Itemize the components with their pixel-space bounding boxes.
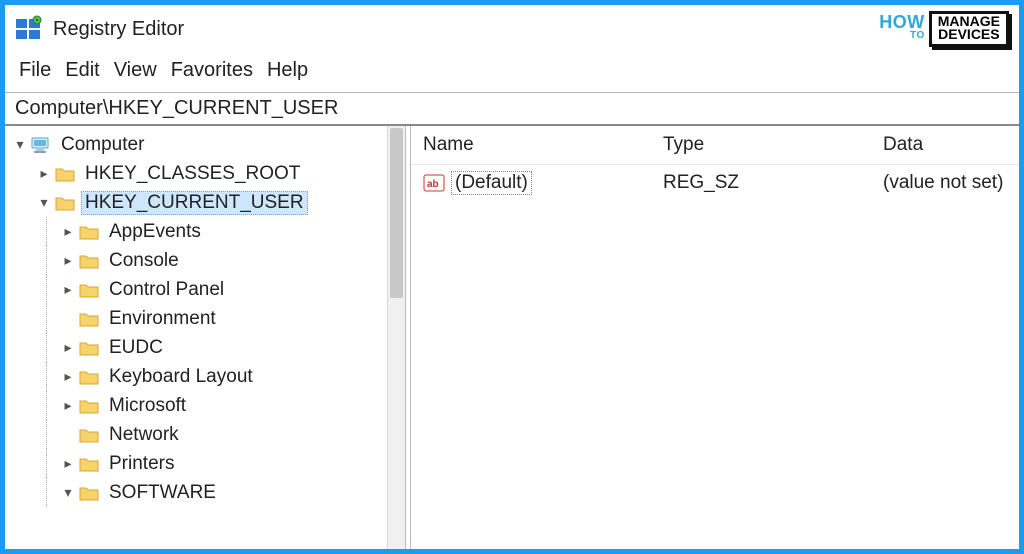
menu-favorites[interactable]: Favorites [171,59,253,82]
column-type-header[interactable]: Type [651,126,871,164]
tree-label: Environment [105,307,220,331]
chevron-right-icon[interactable]: ▸ [59,397,77,414]
value-data: (value not set) [871,166,1019,200]
address-bar[interactable]: Computer\HKEY_CURRENT_USER [5,92,1019,125]
chevron-right-icon[interactable]: ▸ [59,339,77,356]
tree-node-console[interactable]: ▸ Console [11,246,387,275]
tree-label: AppEvents [105,220,205,244]
chevron-right-icon[interactable]: ▸ [59,368,77,385]
values-panel: Name Type Data ab (Default) REG_SZ (valu… [411,126,1019,549]
folder-icon [79,281,99,299]
address-path: Computer\HKEY_CURRENT_USER [15,97,338,119]
svg-text:ab: ab [427,179,439,190]
content-area: ▾ Computer ▸ HKEY_CLASSES_ROOT ▾ [5,125,1019,549]
tree-label: Keyboard Layout [105,365,257,389]
chevron-down-icon[interactable]: ▾ [35,194,53,211]
folder-icon [79,339,99,357]
menu-help[interactable]: Help [267,59,308,82]
watermark-logo: HOW TO MANAGE DEVICES [879,11,1009,47]
folder-icon [79,484,99,502]
folder-icon [79,252,99,270]
tree-node-appevents[interactable]: ▸ AppEvents [11,217,387,246]
column-data-header[interactable]: Data [871,126,1019,164]
chevron-right-icon[interactable]: ▸ [59,252,77,269]
window-title: Registry Editor [53,18,184,41]
chevron-right-icon[interactable]: ▸ [59,281,77,298]
chevron-right-icon[interactable]: ▸ [35,165,53,182]
app-window: Registry Editor HOW TO MANAGE DEVICES Fi… [0,0,1024,554]
values-header: Name Type Data [411,126,1019,165]
folder-icon [79,310,99,328]
tree-node-keyboard[interactable]: ▸ Keyboard Layout [11,362,387,391]
tree-node-hkcu[interactable]: ▾ HKEY_CURRENT_USER [11,188,387,217]
tree-node-software[interactable]: ▾ SOFTWARE [11,478,387,507]
tree-label: Network [105,423,183,447]
folder-icon [79,223,99,241]
tree-label: EUDC [105,336,167,360]
registry-tree[interactable]: ▾ Computer ▸ HKEY_CLASSES_ROOT ▾ [5,126,387,549]
tree-node-computer[interactable]: ▾ Computer [11,130,387,159]
chevron-right-icon[interactable]: ▸ [59,455,77,472]
tree-label: HKEY_CURRENT_USER [81,191,308,215]
tree-label: Printers [105,452,178,476]
title-bar: Registry Editor HOW TO MANAGE DEVICES [5,5,1019,51]
tree-panel: ▾ Computer ▸ HKEY_CLASSES_ROOT ▾ [5,126,405,549]
value-row[interactable]: ab (Default) REG_SZ (value not set) [411,165,1019,201]
regedit-icon [15,15,43,43]
folder-icon [79,368,99,386]
tree-node-eudc[interactable]: ▸ EUDC [11,333,387,362]
tree-label: HKEY_CLASSES_ROOT [81,162,304,186]
tree-node-environment[interactable]: ▸ Environment [11,304,387,333]
value-type: REG_SZ [651,166,871,200]
tree-label: Control Panel [105,278,228,302]
tree-node-hkcr[interactable]: ▸ HKEY_CLASSES_ROOT [11,159,387,188]
folder-icon [79,426,99,444]
tree-node-printers[interactable]: ▸ Printers [11,449,387,478]
folder-icon [79,455,99,473]
folder-icon [55,194,75,212]
value-name: (Default) [451,171,532,195]
scrollbar-thumb[interactable] [390,128,403,298]
folder-icon [55,165,75,183]
menu-file[interactable]: File [19,59,51,82]
column-name-header[interactable]: Name [411,126,651,164]
tree-node-network[interactable]: ▸ Network [11,420,387,449]
tree-node-controlpanel[interactable]: ▸ Control Panel [11,275,387,304]
watermark-line2: DEVICES [938,28,1000,41]
tree-node-microsoft[interactable]: ▸ Microsoft [11,391,387,420]
folder-icon [79,397,99,415]
tree-label: SOFTWARE [105,481,220,505]
computer-icon [31,136,51,154]
tree-scrollbar[interactable] [387,126,405,549]
menu-bar: File Edit View Favorites Help [5,51,1019,92]
chevron-down-icon[interactable]: ▾ [59,484,77,501]
tree-label: Console [105,249,183,273]
tree-label: Microsoft [105,394,190,418]
chevron-right-icon[interactable]: ▸ [59,223,77,240]
menu-view[interactable]: View [114,59,157,82]
string-value-icon: ab [423,173,445,193]
menu-edit[interactable]: Edit [65,59,99,82]
chevron-down-icon[interactable]: ▾ [11,136,29,153]
tree-label: Computer [57,133,148,157]
